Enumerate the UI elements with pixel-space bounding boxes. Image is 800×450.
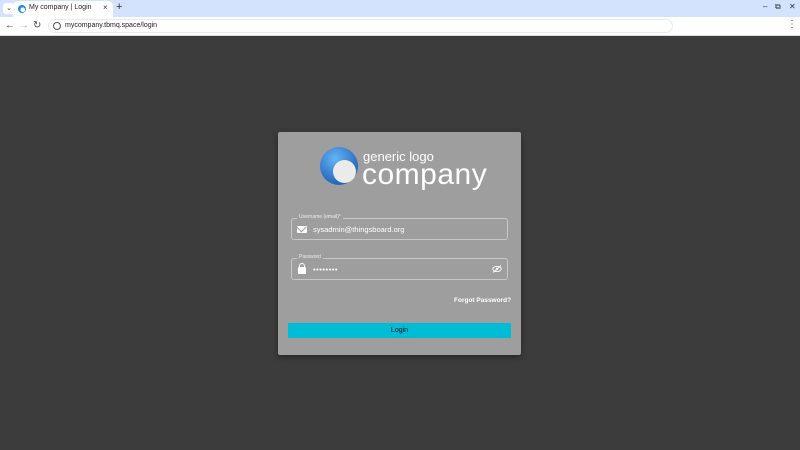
- minimize-icon[interactable]: –: [763, 2, 767, 11]
- new-tab-icon[interactable]: +: [116, 1, 122, 13]
- username-value[interactable]: sysadmin@thingsboard.org: [313, 225, 404, 234]
- forgot-password-link[interactable]: Forgot Password?: [454, 297, 511, 304]
- mail-icon: [297, 226, 307, 233]
- browser-toolbar: ← → ↻ mycompany.tbmq.space/login ⋮: [0, 17, 800, 36]
- forward-icon[interactable]: →: [19, 20, 29, 31]
- address-bar[interactable]: mycompany.tbmq.space/login: [48, 19, 673, 33]
- logo-icon: [320, 147, 358, 185]
- back-icon[interactable]: ←: [5, 20, 15, 31]
- username-field[interactable]: Username (email)* sysadmin@thingsboard.o…: [291, 214, 508, 240]
- browser-menu-icon[interactable]: ⋮: [787, 19, 797, 30]
- username-label: Username (email)*: [297, 214, 343, 220]
- browser-tab-strip: ⌄ My company | Login × + – ⧉ ✕: [0, 0, 800, 17]
- password-field[interactable]: Password ••••••••: [291, 254, 508, 280]
- logo-inner-circle: [333, 160, 356, 183]
- site-info-icon[interactable]: [53, 22, 61, 30]
- window-close-icon[interactable]: ✕: [789, 2, 796, 11]
- lock-icon: [298, 267, 306, 274]
- tab-close-icon[interactable]: ×: [103, 3, 108, 12]
- login-button[interactable]: Login: [288, 323, 511, 338]
- url-text[interactable]: mycompany.tbmq.space/login: [65, 22, 157, 29]
- logo-name: company: [362, 158, 488, 191]
- restore-icon[interactable]: ⧉: [775, 2, 781, 12]
- eye-off-svg: [492, 265, 502, 273]
- browser-tab[interactable]: My company | Login ×: [13, 1, 113, 17]
- eye-off-icon[interactable]: [492, 265, 502, 275]
- password-value[interactable]: ••••••••: [313, 265, 338, 274]
- reload-icon[interactable]: ↻: [33, 20, 41, 31]
- favicon-icon: [18, 5, 26, 13]
- login-card: generic logo company Username (email)* s…: [278, 132, 521, 355]
- tab-title: My company | Login: [29, 4, 92, 11]
- password-label: Password: [297, 254, 323, 260]
